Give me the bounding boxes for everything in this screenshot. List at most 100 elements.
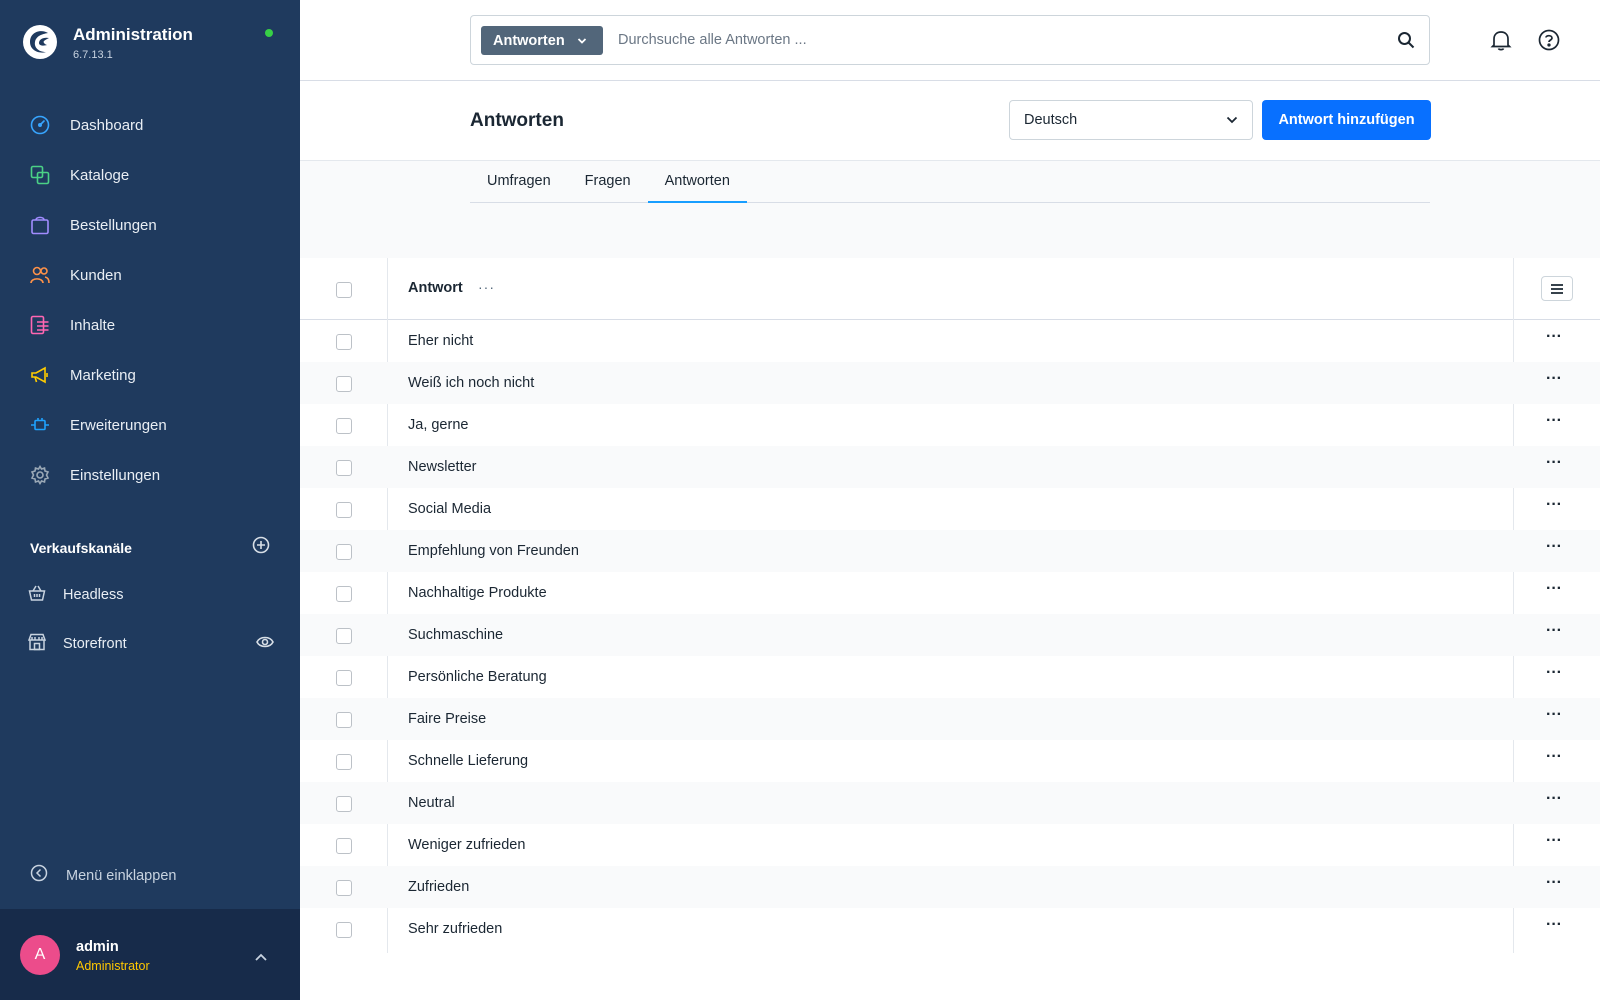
nav-item-kunden[interactable]: Kunden bbox=[0, 250, 300, 300]
table-row[interactable]: Suchmaschine ··· bbox=[300, 614, 1600, 656]
table-row[interactable]: Neutral ··· bbox=[300, 782, 1600, 824]
table-row[interactable]: Newsletter ··· bbox=[300, 446, 1600, 488]
table-row[interactable]: Social Media ··· bbox=[300, 488, 1600, 530]
table-row[interactable]: Nachhaltige Produkte ··· bbox=[300, 572, 1600, 614]
row-checkbox[interactable] bbox=[336, 628, 352, 644]
row-actions-icon[interactable]: ··· bbox=[1546, 874, 1562, 892]
row-actions-icon[interactable]: ··· bbox=[1546, 664, 1562, 682]
tab-umfragen[interactable]: Umfragen bbox=[470, 161, 568, 203]
row-actions-icon[interactable]: ··· bbox=[1546, 328, 1562, 346]
row-actions-icon[interactable]: ··· bbox=[1546, 916, 1562, 934]
row-actions-icon[interactable]: ··· bbox=[1546, 790, 1562, 808]
table-row[interactable]: Eher nicht ··· bbox=[300, 320, 1600, 362]
add-sales-channel-icon[interactable] bbox=[252, 536, 270, 559]
row-actions-icon[interactable]: ··· bbox=[1546, 832, 1562, 850]
row-actions-icon[interactable]: ··· bbox=[1546, 538, 1562, 556]
row-answer-label[interactable]: Newsletter bbox=[408, 459, 477, 475]
row-answer-label[interactable]: Suchmaschine bbox=[408, 627, 503, 643]
row-actions-icon[interactable]: ··· bbox=[1546, 412, 1562, 430]
nav-item-kataloge[interactable]: Kataloge bbox=[0, 150, 300, 200]
row-answer-label[interactable]: Weiß ich noch nicht bbox=[408, 375, 534, 391]
user-menu[interactable]: A admin Administrator bbox=[0, 909, 300, 1000]
table-row[interactable]: Faire Preise ··· bbox=[300, 698, 1600, 740]
search-input[interactable]: Durchsuche alle Antworten ... bbox=[618, 32, 807, 48]
row-answer-label[interactable]: Empfehlung von Freunden bbox=[408, 543, 579, 559]
row-answer-label[interactable]: Sehr zufrieden bbox=[408, 921, 502, 937]
collapse-menu-button[interactable]: Menü einklappen bbox=[30, 864, 176, 887]
row-checkbox[interactable] bbox=[336, 922, 352, 938]
row-checkbox[interactable] bbox=[336, 670, 352, 686]
search-type-select[interactable]: Antworten bbox=[481, 26, 603, 55]
select-all-checkbox[interactable] bbox=[336, 282, 352, 298]
orders-bag-icon bbox=[29, 214, 51, 236]
row-answer-label[interactable]: Faire Preise bbox=[408, 711, 486, 727]
row-actions-icon[interactable]: ··· bbox=[1546, 580, 1562, 598]
row-checkbox[interactable] bbox=[336, 460, 352, 476]
row-answer-label[interactable]: Ja, gerne bbox=[408, 417, 468, 433]
table-row[interactable]: Empfehlung von Freunden ··· bbox=[300, 530, 1600, 572]
row-answer-label[interactable]: Weniger zufrieden bbox=[408, 837, 525, 853]
sales-channel-headless[interactable]: Headless bbox=[28, 575, 274, 615]
chevron-up-icon[interactable] bbox=[254, 949, 268, 967]
table-row[interactable]: Persönliche Beratung ··· bbox=[300, 656, 1600, 698]
eye-icon[interactable] bbox=[256, 635, 274, 654]
storefront-icon bbox=[27, 633, 47, 656]
search-type-label: Antworten bbox=[493, 32, 565, 49]
row-checkbox[interactable] bbox=[336, 418, 352, 434]
table-row[interactable]: Schnelle Lieferung ··· bbox=[300, 740, 1600, 782]
chevron-down-icon bbox=[577, 33, 587, 49]
nav-label: Marketing bbox=[70, 366, 136, 384]
row-answer-label[interactable]: Schnelle Lieferung bbox=[408, 753, 528, 769]
nav-item-bestellungen[interactable]: Bestellungen bbox=[0, 200, 300, 250]
row-answer-label[interactable]: Nachhaltige Produkte bbox=[408, 585, 547, 601]
row-checkbox[interactable] bbox=[336, 880, 352, 896]
row-actions-icon[interactable]: ··· bbox=[1546, 622, 1562, 640]
row-checkbox[interactable] bbox=[336, 586, 352, 602]
row-answer-label[interactable]: Neutral bbox=[408, 795, 455, 811]
nav-item-einstellungen[interactable]: Einstellungen bbox=[0, 450, 300, 500]
tab-antworten[interactable]: Antworten bbox=[647, 161, 747, 203]
search-icon[interactable] bbox=[1397, 31, 1415, 54]
help-icon[interactable] bbox=[1538, 29, 1560, 56]
global-search[interactable]: Antworten Durchsuche alle Antworten ... bbox=[470, 15, 1430, 65]
nav-item-dashboard[interactable]: Dashboard bbox=[0, 100, 300, 150]
table-row[interactable]: Weiß ich noch nicht ··· bbox=[300, 362, 1600, 404]
row-checkbox[interactable] bbox=[336, 376, 352, 392]
row-checkbox[interactable] bbox=[336, 334, 352, 350]
row-answer-label[interactable]: Eher nicht bbox=[408, 333, 473, 349]
row-checkbox[interactable] bbox=[336, 796, 352, 812]
table-row[interactable]: Zufrieden ··· bbox=[300, 866, 1600, 908]
table-row[interactable]: Weniger zufrieden ··· bbox=[300, 824, 1600, 866]
row-actions-icon[interactable]: ··· bbox=[1546, 496, 1562, 514]
nav-item-inhalte[interactable]: Inhalte bbox=[0, 300, 300, 350]
language-select[interactable]: Deutsch bbox=[1009, 100, 1253, 140]
table-row[interactable]: Ja, gerne ··· bbox=[300, 404, 1600, 446]
row-answer-label[interactable]: Social Media bbox=[408, 501, 491, 517]
row-answer-label[interactable]: Zufrieden bbox=[408, 879, 469, 895]
row-checkbox[interactable] bbox=[336, 754, 352, 770]
add-answer-button[interactable]: Antwort hinzufügen bbox=[1262, 100, 1431, 140]
tab-fragen[interactable]: Fragen bbox=[568, 161, 648, 203]
page-title: Antworten bbox=[470, 110, 564, 131]
table-row[interactable]: Sehr zufrieden ··· bbox=[300, 908, 1600, 950]
row-checkbox[interactable] bbox=[336, 838, 352, 854]
nav-item-erweiterungen[interactable]: Erweiterungen bbox=[0, 400, 300, 450]
row-answer-label[interactable]: Persönliche Beratung bbox=[408, 669, 547, 685]
row-actions-icon[interactable]: ··· bbox=[1546, 748, 1562, 766]
sales-channel-label: Headless bbox=[63, 587, 124, 603]
row-actions-icon[interactable]: ··· bbox=[1546, 370, 1562, 388]
column-header-antwort[interactable]: Antwort bbox=[408, 280, 463, 296]
row-checkbox[interactable] bbox=[336, 544, 352, 560]
row-actions-icon[interactable]: ··· bbox=[1546, 706, 1562, 724]
row-checkbox[interactable] bbox=[336, 712, 352, 728]
sidebar: Administration 6.7.13.1 Dashboard Katalo… bbox=[0, 0, 300, 1000]
row-actions-icon[interactable]: ··· bbox=[1546, 454, 1562, 472]
sales-channel-storefront[interactable]: Storefront bbox=[27, 624, 274, 664]
column-menu-icon[interactable]: ··· bbox=[478, 279, 495, 295]
bell-icon[interactable] bbox=[1490, 29, 1512, 56]
tab-bar: Umfragen Fragen Antworten bbox=[470, 161, 1430, 203]
row-checkbox[interactable] bbox=[336, 502, 352, 518]
grid-settings-button[interactable] bbox=[1541, 276, 1573, 301]
nav-item-marketing[interactable]: Marketing bbox=[0, 350, 300, 400]
brand[interactable]: Administration 6.7.13.1 bbox=[22, 24, 193, 61]
